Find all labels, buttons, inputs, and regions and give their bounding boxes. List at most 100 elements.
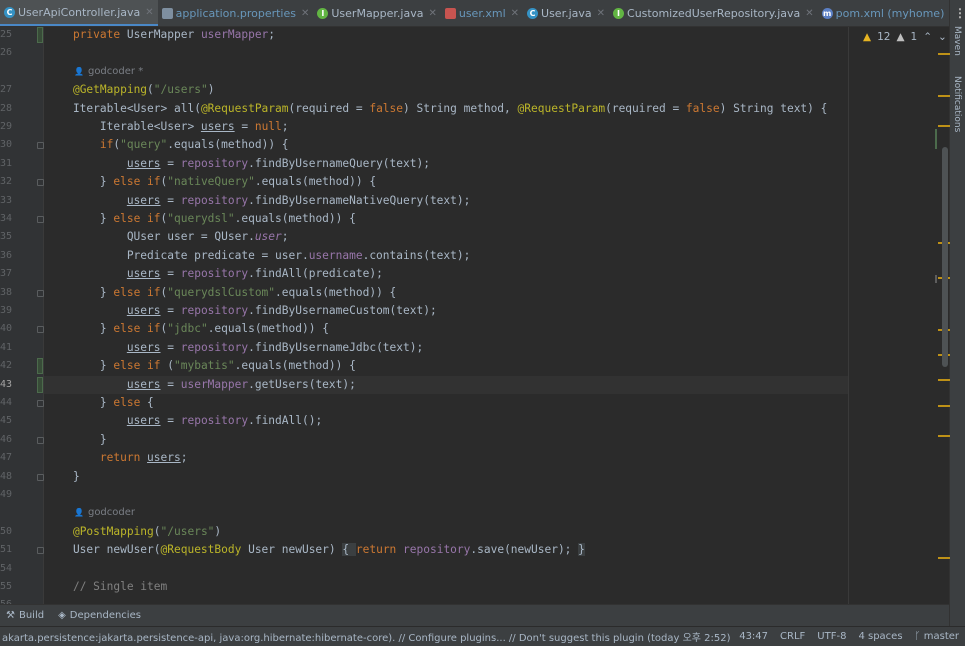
code-line[interactable]: } else if ("mybatis".equals(method)) { bbox=[44, 357, 848, 375]
code-line[interactable]: } else { bbox=[44, 394, 848, 412]
code-token: .findAll(); bbox=[248, 414, 323, 428]
vcs-change-marker[interactable] bbox=[37, 376, 43, 393]
editor-tab[interactable]: application.properties ✕ bbox=[158, 0, 314, 26]
caret-position[interactable]: 43:47 bbox=[733, 631, 774, 642]
code-token: .findByUsernameJdbc(text); bbox=[248, 340, 424, 354]
code-line[interactable]: users = repository.findByUsernameNativeQ… bbox=[44, 192, 848, 210]
indent-setting[interactable]: 4 spaces bbox=[852, 631, 908, 642]
warning-stripe[interactable] bbox=[938, 53, 950, 55]
code-line[interactable]: } else if("querydslCustom".equals(method… bbox=[44, 284, 848, 302]
code-token: "mybatis" bbox=[174, 359, 235, 373]
fold-icon[interactable] bbox=[37, 289, 44, 297]
line-number: 32 bbox=[0, 176, 12, 188]
author-hint[interactable]: 👤 godcoder bbox=[74, 504, 135, 522]
code-line[interactable]: } else if("jdbc".equals(method)) { bbox=[44, 320, 848, 338]
close-tab-icon[interactable]: ✕ bbox=[511, 8, 519, 19]
more-menu-icon[interactable]: ⋮ bbox=[954, 6, 965, 20]
vcs-change-marker[interactable] bbox=[37, 358, 43, 375]
code-token: else bbox=[113, 396, 148, 409]
tool-window-build[interactable]: ⚒ Build bbox=[6, 610, 44, 621]
fold-icon[interactable] bbox=[37, 400, 44, 407]
fold-icon[interactable] bbox=[37, 216, 44, 223]
code-line[interactable]: users = repository.findByUsernameQuery(t… bbox=[44, 155, 848, 173]
code-line[interactable]: users = repository.findByUsernameJdbc(te… bbox=[44, 339, 848, 357]
tool-window-dependencies[interactable]: ◈ Dependencies bbox=[58, 610, 141, 621]
fold-icon[interactable] bbox=[37, 547, 44, 555]
code-line[interactable]: Predicate predicate = user.username.cont… bbox=[44, 247, 848, 265]
file-encoding[interactable]: UTF-8 bbox=[811, 631, 852, 642]
code-line[interactable]: users = repository.findAll(predicate); bbox=[44, 265, 848, 283]
status-message[interactable]: akarta.persistence:jakarta.persistence-a… bbox=[0, 629, 733, 644]
code-token: .findByUsernameQuery(text); bbox=[248, 156, 430, 170]
editor-tab[interactable]: C User.java ✕ bbox=[523, 0, 609, 26]
editor-tab[interactable]: I CustomizedUserRepository.java ✕ bbox=[609, 0, 818, 26]
code-token: User bbox=[46, 543, 107, 557]
warning-stripe[interactable] bbox=[938, 95, 950, 97]
code-token: else if bbox=[113, 359, 168, 373]
code-token: if bbox=[99, 138, 114, 152]
warning-stripe[interactable] bbox=[938, 125, 950, 127]
fold-icon[interactable] bbox=[37, 473, 44, 481]
code-token: = bbox=[160, 414, 181, 428]
code-line[interactable]: if("query".equals(method)) { bbox=[44, 136, 848, 154]
code-line[interactable] bbox=[44, 486, 848, 504]
warning-stripe[interactable] bbox=[938, 435, 950, 437]
code-line[interactable]: @PostMapping("/users") bbox=[44, 523, 848, 541]
code-line[interactable]: return users; bbox=[44, 449, 848, 467]
code-line[interactable]: } else if("nativeQuery".equals(method)) … bbox=[44, 173, 848, 191]
notifications-tool-button[interactable]: Notifications bbox=[952, 76, 962, 132]
code-line[interactable]: Iterable<User> users = null; bbox=[44, 118, 848, 136]
warning-stripe[interactable] bbox=[938, 405, 950, 407]
code-line[interactable]: } bbox=[44, 468, 848, 486]
close-tab-icon[interactable]: ✕ bbox=[428, 8, 436, 19]
code-line[interactable]: QUser user = QUser.user; bbox=[44, 228, 848, 246]
code-line[interactable] bbox=[44, 44, 848, 62]
fold-icon[interactable] bbox=[37, 326, 44, 334]
inspection-widget[interactable]: ▲ 12 ▲ 1 ⌃ ⌄ bbox=[863, 31, 947, 43]
close-tab-icon[interactable]: ✕ bbox=[597, 8, 605, 19]
previous-highlight-icon[interactable]: ⌃ bbox=[923, 31, 932, 43]
class-icon: C bbox=[4, 6, 15, 18]
code-line[interactable]: } bbox=[44, 431, 848, 449]
code-line[interactable]: } else if("querydsl".equals(method)) { bbox=[44, 210, 848, 228]
close-tab-icon[interactable]: ✕ bbox=[805, 8, 813, 19]
next-highlight-icon[interactable]: ⌄ bbox=[938, 31, 947, 43]
code-editor[interactable]: 25 26 27 28 29 30 31 32 33 34 35 36 37 38 39 40 41 42 43 44… bbox=[0, 27, 949, 604]
code-line[interactable]: users = repository.findAll(); bbox=[44, 412, 848, 430]
warning-stripe[interactable] bbox=[938, 557, 950, 559]
git-branch[interactable]: ᚴ master bbox=[909, 631, 965, 642]
code-line[interactable]: users = userMapper.getUsers(text); bbox=[44, 375, 848, 394]
code-token: else if bbox=[113, 212, 161, 225]
code-line[interactable] bbox=[44, 560, 848, 578]
code-line[interactable] bbox=[44, 596, 848, 604]
code-token: } bbox=[46, 285, 114, 299]
editor-tab[interactable]: C UserApiController.java ✕ bbox=[0, 0, 158, 26]
code-line[interactable]: users = repository.findByUsernameCustom(… bbox=[44, 302, 848, 320]
warning-stripe[interactable] bbox=[938, 379, 950, 381]
author-hint[interactable]: 👤 godcoder * bbox=[74, 63, 143, 81]
fold-icon[interactable] bbox=[37, 436, 44, 444]
code-token: users bbox=[126, 377, 161, 391]
code-line[interactable]: Iterable<User> all(@RequestParam(require… bbox=[44, 100, 848, 118]
close-tab-icon[interactable]: ✕ bbox=[301, 8, 309, 19]
vertical-scrollbar[interactable] bbox=[942, 147, 948, 367]
code-token: @GetMapping bbox=[72, 83, 148, 97]
line-separator[interactable]: CRLF bbox=[774, 631, 811, 642]
fold-icon[interactable] bbox=[37, 142, 44, 150]
line-number-gutter[interactable]: 25 26 27 28 29 30 31 32 33 34 35 36 37 38 39 40 41 42 43 44… bbox=[0, 27, 44, 604]
code-line[interactable]: private UserMapper userMapper; bbox=[44, 27, 848, 44]
vcs-change-marker[interactable] bbox=[37, 27, 43, 43]
code-line[interactable]: @GetMapping("/users") bbox=[44, 81, 848, 99]
fold-icon[interactable] bbox=[37, 179, 44, 187]
code-area[interactable]: private UserMapper userMapper; 👤 godcoder … bbox=[44, 27, 848, 604]
maven-tool-button[interactable]: Maven bbox=[952, 26, 962, 56]
line-number: 40 bbox=[0, 323, 12, 335]
editor-tab[interactable]: I UserMapper.java ✕ bbox=[313, 0, 440, 26]
editor-tab[interactable]: user.xml ✕ bbox=[441, 0, 523, 26]
close-tab-icon[interactable]: ✕ bbox=[145, 7, 153, 18]
code-line[interactable]: User newUser(@RequestBody User newUser) … bbox=[44, 541, 848, 559]
editor-tab[interactable]: mpom.xml (myhome)✕ bbox=[818, 0, 949, 26]
code-line[interactable]: // Single item bbox=[44, 578, 848, 596]
